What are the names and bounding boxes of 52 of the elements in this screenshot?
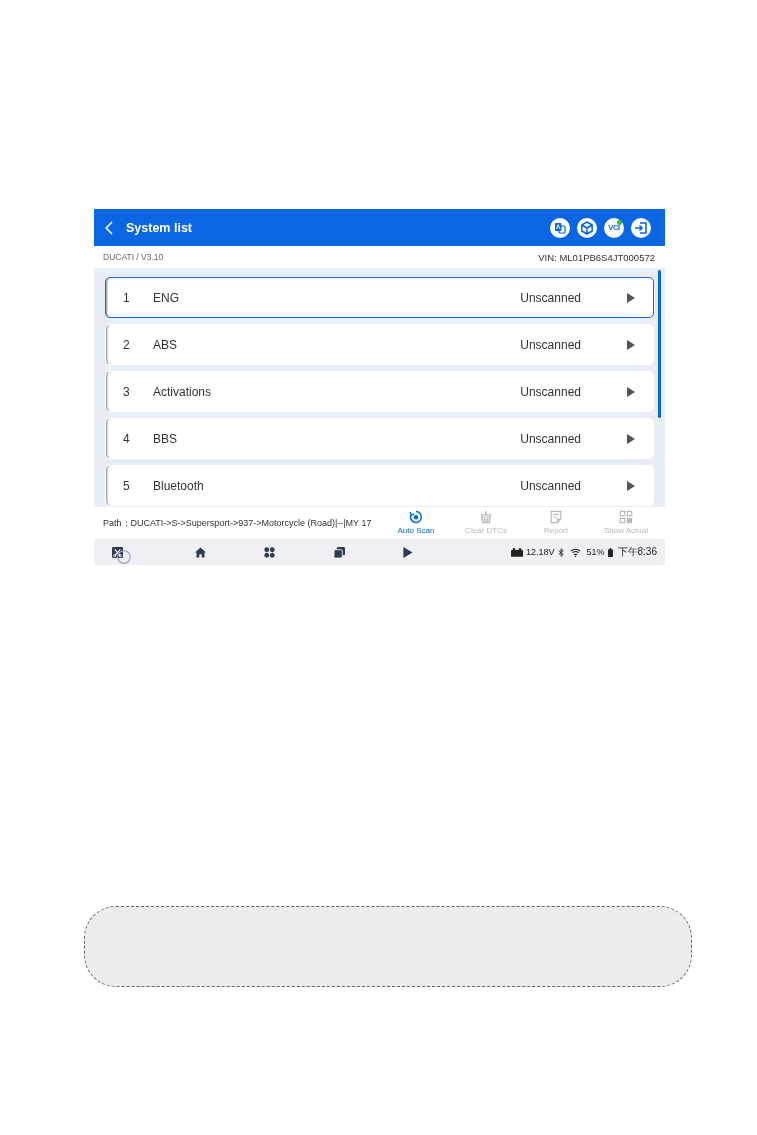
translate-icon[interactable]	[550, 217, 570, 238]
row-number: 2	[123, 337, 131, 352]
scan-status: Unscanned	[520, 337, 581, 352]
grid-icon	[619, 510, 633, 524]
scrollbar-thumb[interactable]	[658, 270, 661, 418]
row-number: 3	[123, 384, 131, 399]
vin-text: VIN: ML01PB6S4JT000572	[538, 251, 655, 263]
caret-icon	[627, 386, 635, 397]
recents-icon[interactable]	[334, 546, 345, 558]
system-row[interactable]: 2 ABS Unscanned	[105, 324, 654, 365]
screen-title: System list	[126, 220, 192, 235]
touch-ring-icon	[117, 550, 131, 564]
cube-icon[interactable]	[577, 217, 597, 238]
scan-status: Unscanned	[520, 431, 581, 446]
system-name: ABS	[153, 337, 178, 352]
make-version-text: DUCATI / V3.10	[103, 252, 164, 262]
caret-icon	[627, 339, 635, 350]
caret-icon	[627, 433, 635, 444]
screenshot-icon[interactable]	[112, 546, 123, 558]
row-number: 5	[123, 478, 131, 493]
system-row[interactable]: 1 ENG Unscanned	[105, 277, 654, 318]
exit-icon[interactable]	[631, 217, 651, 238]
scan-icon	[409, 510, 423, 524]
toolbar-button[interactable]: Auto Scan	[381, 507, 451, 539]
scan-status: Unscanned	[520, 384, 581, 399]
clock-text: 下午8:36	[617, 545, 657, 559]
caret-icon	[627, 480, 635, 491]
caret-icon	[627, 292, 635, 303]
path-text: Path：DUCATI->S->Supersport->937->Motorcycle (Road)|--|MY 17	[103, 516, 372, 530]
row-number: 4	[123, 431, 131, 446]
battery-icon	[607, 547, 613, 557]
broom-icon	[479, 510, 493, 524]
apps-icon[interactable]	[264, 546, 275, 558]
car-battery-icon	[511, 547, 523, 557]
system-row[interactable]: 3 Activations Unscanned	[105, 371, 654, 412]
system-row[interactable]: 4 BBS Unscanned	[105, 418, 654, 459]
system-name: Activations	[153, 384, 213, 399]
back-icon[interactable]	[105, 220, 113, 235]
document-icon	[549, 510, 563, 524]
system-name: Bluetooth	[153, 478, 205, 493]
system-row[interactable]: 5 Bluetooth Unscanned	[105, 465, 654, 506]
system-name: BBS	[153, 431, 178, 446]
battery-percent-text: 51%	[586, 547, 605, 557]
play-icon[interactable]	[402, 546, 413, 558]
system-name: ENG	[153, 290, 180, 305]
bluetooth-icon	[557, 547, 564, 557]
scan-status: Unscanned	[520, 478, 581, 493]
home-icon[interactable]	[195, 546, 206, 558]
voltage-text: 12.18V	[526, 547, 555, 557]
row-number: 1	[123, 290, 131, 305]
wifi-icon	[569, 547, 581, 557]
scan-status: Unscanned	[520, 290, 581, 305]
